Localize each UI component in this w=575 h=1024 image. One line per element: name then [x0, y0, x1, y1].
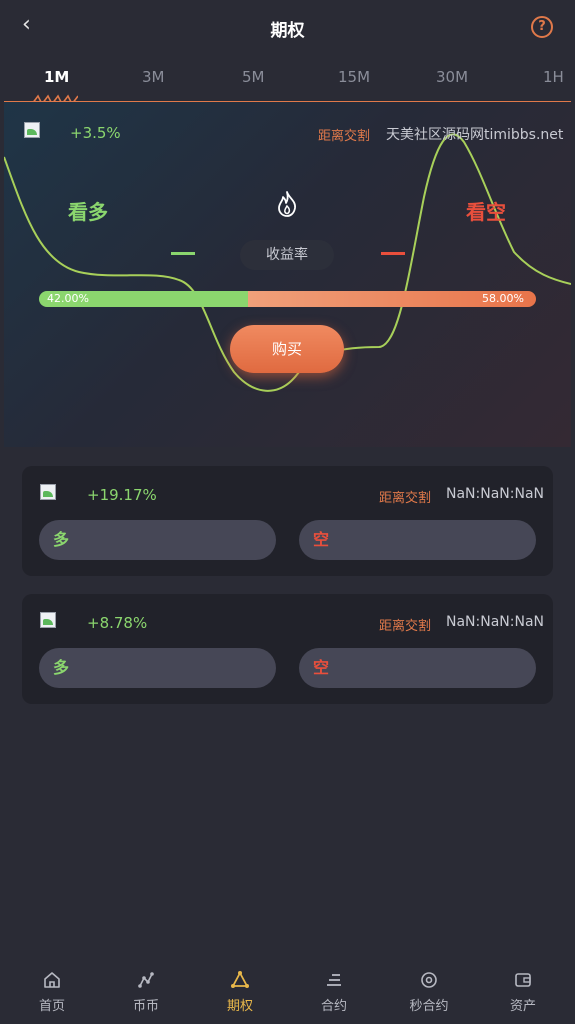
- settle-value: 天美社区源码网timibbs.net: [386, 127, 564, 143]
- long-short-ratio-bar: 42.00% 58.00%: [39, 291, 536, 307]
- look-long-label[interactable]: 看多: [68, 196, 108, 225]
- contract-icon: [327, 974, 341, 986]
- short-indicator-dash: [381, 252, 405, 255]
- nav-label: 币币: [132, 999, 159, 1014]
- short-ratio-text: 58.00%: [482, 292, 524, 305]
- settle-label: 距离交割: [379, 619, 432, 634]
- nav-item-coin-trade[interactable]: 币币: [116, 970, 176, 1014]
- tab-15m[interactable]: 15M: [338, 68, 370, 86]
- tab-5m[interactable]: 5M: [242, 68, 265, 86]
- fire-icon: [278, 191, 296, 217]
- short-ratio-fill: 58.00%: [247, 291, 536, 307]
- nav-label: 秒合约: [409, 999, 449, 1014]
- price-chart-panel: +3.5% 距离交割 天美社区源码网timibbs.net 看多 看空 收益率 …: [4, 102, 571, 447]
- yield-rate-label: 收益率: [240, 240, 334, 270]
- price-change: +19.17%: [87, 486, 157, 504]
- option-icon: [231, 971, 249, 988]
- options-page: ‹ 期权 ? 1M 3M 5M 15M 30M 1H +3.5% 距离交割 天美…: [4, 0, 571, 1024]
- tab-30m[interactable]: 30M: [436, 68, 468, 86]
- nav-item-home[interactable]: 首页: [22, 970, 82, 1014]
- long-ratio-text: 42.00%: [47, 292, 89, 305]
- coin-logo-image: [40, 484, 56, 500]
- long-button[interactable]: 多: [39, 520, 276, 560]
- settle-label: 距离交割: [318, 129, 371, 144]
- look-short-label[interactable]: 看空: [466, 196, 506, 225]
- buy-button[interactable]: 购买: [230, 325, 344, 373]
- header: ‹ 期权 ?: [4, 0, 571, 54]
- option-card: +8.78% 距离交割 NaN:NaN:NaN 多 空: [22, 594, 553, 704]
- tab-1m[interactable]: 1M: [44, 68, 69, 86]
- nav-label: 首页: [38, 999, 65, 1014]
- coin-logo-image: [24, 122, 40, 138]
- tab-3m[interactable]: 3M: [142, 68, 165, 86]
- tab-1h[interactable]: 1H: [543, 68, 564, 86]
- price-change: +3.5%: [70, 124, 121, 142]
- nav-item-assets[interactable]: 资产: [493, 970, 553, 1014]
- second-contract-icon: [421, 972, 437, 988]
- long-ratio-fill: 42.00%: [39, 291, 248, 307]
- question-circle-icon[interactable]: ?: [531, 16, 553, 38]
- nav-item-contract[interactable]: 合约: [304, 970, 364, 1014]
- long-indicator-dash: [171, 252, 195, 255]
- long-button[interactable]: 多: [39, 648, 276, 688]
- price-curve: [4, 133, 571, 392]
- wallet-icon: [515, 973, 531, 987]
- settle-countdown: NaN:NaN:NaN: [446, 486, 545, 502]
- coin-logo-image: [40, 612, 56, 628]
- nav-item-options[interactable]: 期权: [210, 970, 270, 1014]
- settle-countdown: NaN:NaN:NaN: [446, 614, 545, 630]
- nav-label: 资产: [509, 999, 536, 1014]
- period-tabs: 1M 3M 5M 15M 30M 1H: [4, 54, 571, 102]
- settle-label: 距离交割: [379, 491, 432, 506]
- nav-item-second-contract[interactable]: 秒合约: [398, 970, 460, 1014]
- coin-trade-icon: [138, 972, 154, 988]
- bottom-nav: 首页 币币 期权 合约 秒合约 资产: [4, 964, 571, 1024]
- home-icon: [44, 972, 60, 988]
- short-button[interactable]: 空: [299, 520, 536, 560]
- option-card: +19.17% 距离交割 NaN:NaN:NaN 多 空: [22, 466, 553, 576]
- page-title: 期权: [270, 21, 305, 41]
- nav-label: 合约: [320, 999, 347, 1014]
- price-change: +8.78%: [87, 614, 148, 632]
- short-button[interactable]: 空: [299, 648, 536, 688]
- nav-label: 期权: [226, 999, 253, 1014]
